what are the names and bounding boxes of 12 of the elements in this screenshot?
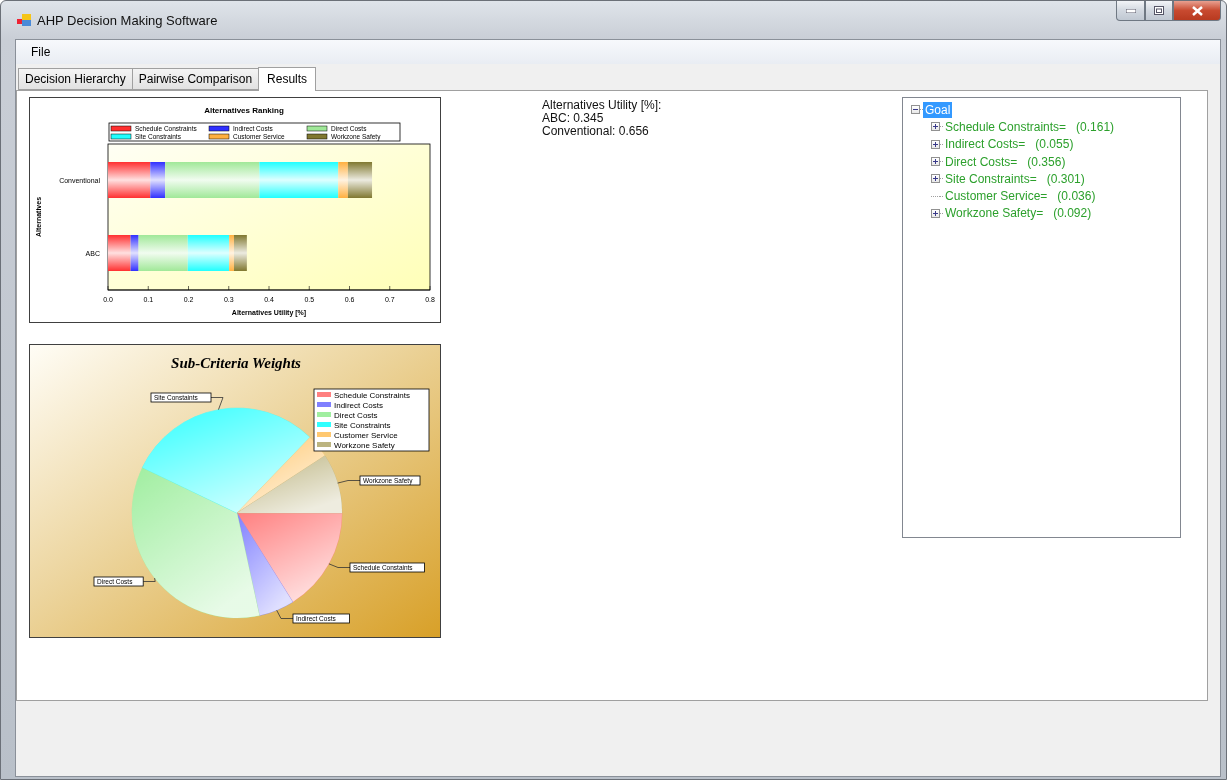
legend-label: Site Constraints	[334, 421, 391, 430]
legend-label: Direct Costs	[334, 411, 378, 420]
window-title: AHP Decision Making Software	[37, 12, 218, 28]
legend-label: Customer Service	[334, 431, 398, 440]
legend-label: Indirect Costs	[334, 401, 383, 410]
legend-label: Workzone Safety	[334, 441, 395, 450]
summary-text: Conventional: 0.656	[542, 125, 650, 138]
chart-title: Sub-Criteria Weights	[171, 355, 301, 371]
chart-title: Alternatives Ranking	[204, 106, 284, 115]
summary-text: ABC: 0.345	[542, 112, 605, 125]
legend-label: Schedule Constraints	[334, 391, 411, 400]
summary-text: Alternatives Utility [%]:	[542, 99, 663, 112]
